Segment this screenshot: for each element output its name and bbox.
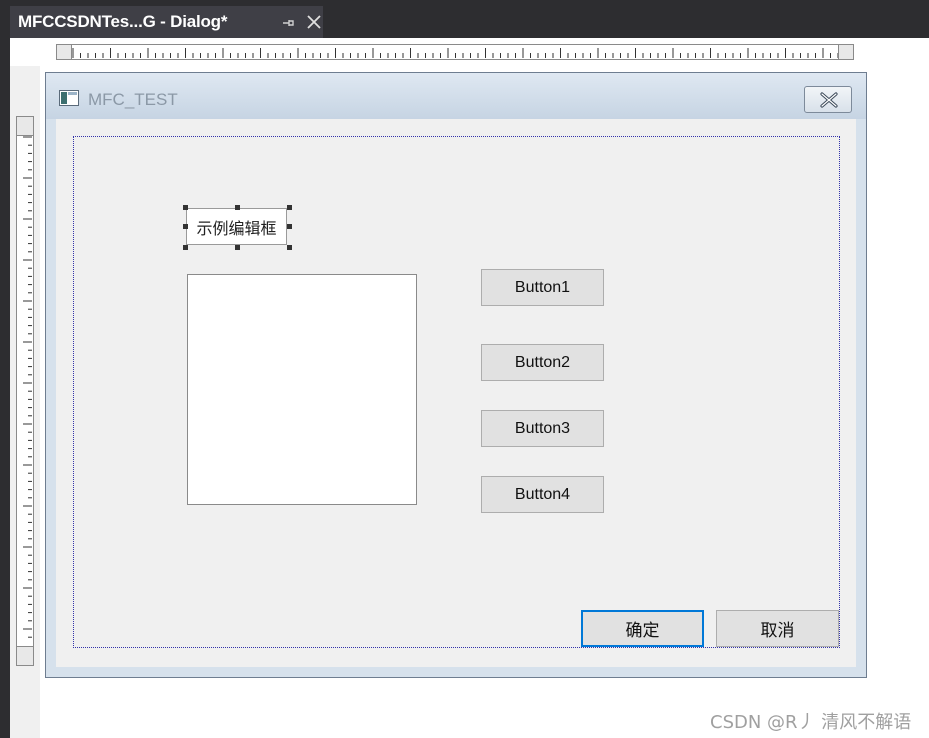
- list-box[interactable]: [187, 274, 417, 505]
- resize-handle[interactable]: [287, 224, 292, 229]
- dialog-close-button[interactable]: [804, 86, 852, 113]
- dialog-window[interactable]: MFC_TEST 示例编辑框 Button1 Button2 Button3 B…: [45, 72, 867, 678]
- resize-handle[interactable]: [183, 224, 188, 229]
- button-2[interactable]: Button2: [481, 344, 604, 381]
- watermark: CSDN @R丿 清风不解语: [710, 712, 912, 733]
- sample-edit-box[interactable]: 示例编辑框: [186, 208, 287, 245]
- dialog-title: MFC_TEST: [88, 90, 178, 109]
- resize-handle[interactable]: [287, 245, 292, 250]
- button-4[interactable]: Button4: [481, 476, 604, 513]
- button-1[interactable]: Button1: [481, 269, 604, 306]
- ruler-thumb-left[interactable]: [57, 45, 72, 59]
- ok-button[interactable]: 确定: [581, 610, 704, 647]
- dialog-title-bar[interactable]: MFC_TEST: [46, 73, 866, 119]
- ide-left-border: [0, 38, 10, 738]
- ruler-thumb-top[interactable]: [17, 117, 33, 136]
- dialog-client-area: 示例编辑框 Button1 Button2 Button3 Button4 确定…: [56, 119, 856, 667]
- button-3[interactable]: Button3: [481, 410, 604, 447]
- ruler-thumb-bottom[interactable]: [17, 646, 33, 665]
- cancel-button[interactable]: 取消: [716, 610, 839, 647]
- document-tab[interactable]: MFCCSDNTes...G - Dialog*: [10, 6, 323, 38]
- ruler-ticks: [23, 136, 32, 638]
- resize-handle[interactable]: [183, 245, 188, 250]
- pin-icon[interactable]: [280, 15, 296, 31]
- dialog-app-icon: [59, 90, 79, 106]
- horizontal-ruler[interactable]: [56, 44, 854, 60]
- ruler-thumb-right[interactable]: [838, 45, 853, 59]
- close-icon[interactable]: [306, 14, 322, 30]
- resize-handle[interactable]: [287, 205, 292, 210]
- ruler-ticks: [72, 48, 839, 58]
- resize-handle[interactable]: [235, 205, 240, 210]
- resize-handle[interactable]: [183, 205, 188, 210]
- vertical-ruler[interactable]: [16, 116, 34, 666]
- resize-handle[interactable]: [235, 245, 240, 250]
- document-tab-title[interactable]: MFCCSDNTes...G - Dialog*: [18, 12, 227, 32]
- close-icon: [820, 92, 838, 108]
